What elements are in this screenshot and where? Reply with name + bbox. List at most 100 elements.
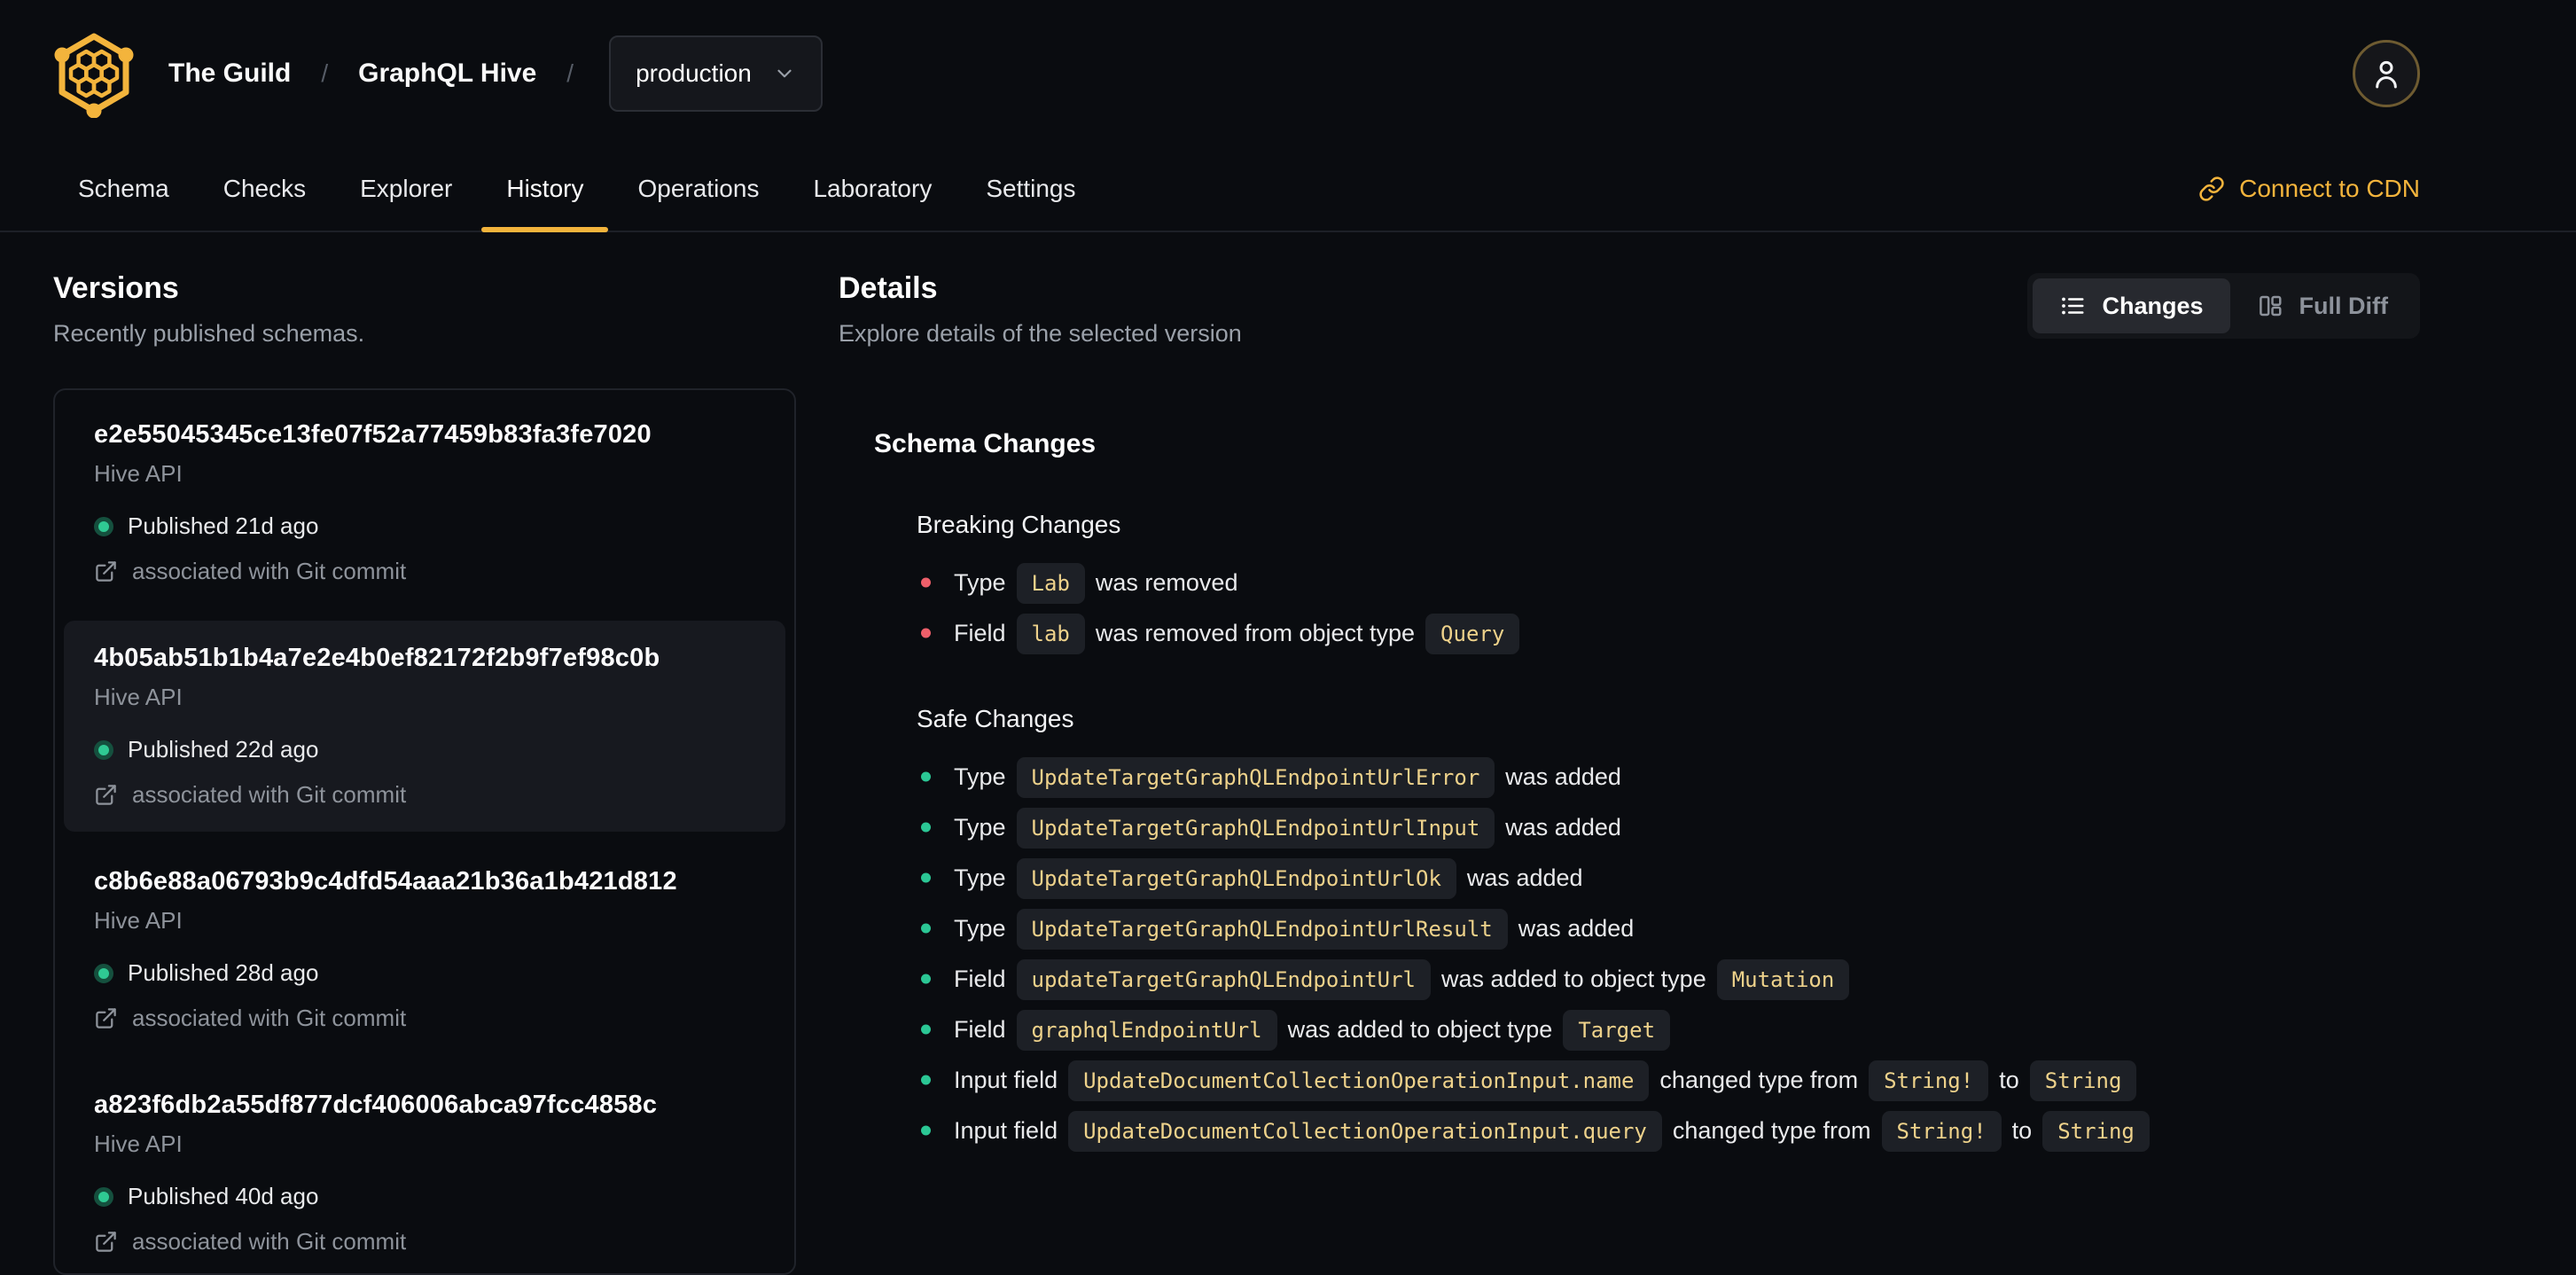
change-item: Input field UpdateDocumentCollectionOpera… (954, 1060, 2420, 1101)
breadcrumb-org-link[interactable]: The Guild (168, 59, 291, 89)
changes-view-label: Changes (2102, 292, 2204, 319)
external-link-icon (94, 1230, 118, 1254)
header-top-row: The Guild / GraphQL Hive / production (0, 0, 2576, 147)
code-chip: Mutation (1716, 958, 1850, 1000)
git-commit-link[interactable]: associated with Git commit (94, 1228, 755, 1255)
version-status: Published 40d ago (94, 1183, 755, 1210)
breaking-changes-title: Breaking Changes (917, 511, 1121, 538)
text-segment: changed type from (1672, 1116, 1871, 1144)
version-status: Published 22d ago (94, 736, 755, 763)
breadcrumb-separator: / (566, 59, 574, 87)
full-diff-view-label: Full Diff (2299, 292, 2388, 319)
version-service: Hive API (94, 907, 183, 934)
git-commit-link[interactable]: associated with Git commit (94, 1005, 755, 1032)
schema-changes-title: Schema Changes (874, 429, 1097, 458)
versions-list: e2e55045345ce13fe07f52a77459b83fa3fe7020… (53, 388, 796, 1275)
code-chip: UpdateTargetGraphQLEndpointUrlInput (1016, 807, 1495, 849)
change-item: Input field UpdateDocumentCollectionOpera… (954, 1110, 2420, 1152)
version-status-label: Published 28d ago (128, 959, 319, 986)
tab-label: Laboratory (813, 175, 933, 202)
text-segment: changed type from (1659, 1066, 1859, 1093)
text-segment: Type (954, 914, 1006, 942)
code-chip: UpdateDocumentCollectionOperationInput.q… (1068, 1110, 1662, 1152)
text-segment: Input field (954, 1066, 1058, 1093)
text-segment: was removed (1095, 568, 1238, 596)
change-item: Type UpdateTargetGraphQLEndpointUrlResult… (954, 908, 2420, 950)
tab-explorer[interactable]: Explorer (335, 147, 477, 231)
tab-settings[interactable]: Settings (961, 147, 1100, 231)
versions-title: Versions (53, 271, 179, 305)
tab-label: Operations (637, 175, 760, 202)
details-header: Details Explore details of the selected … (839, 271, 2420, 348)
breadcrumb-project-link[interactable]: GraphQL Hive (358, 59, 536, 89)
tab-operations[interactable]: Operations (613, 147, 784, 231)
tab-label: Settings (986, 175, 1076, 202)
text-segment: Type (954, 864, 1006, 891)
published-status-dot (94, 1186, 113, 1207)
target-selector[interactable]: production (609, 35, 823, 112)
version-service: Hive API (94, 684, 183, 710)
versions-panel: Versions Recently published schemas. e2e… (53, 271, 796, 1275)
code-chip: String (2029, 1060, 2137, 1101)
code-chip: graphqlEndpointUrl (1016, 1009, 1277, 1051)
git-commit-label: associated with Git commit (132, 1228, 407, 1255)
code-chip: String! (1869, 1060, 1989, 1101)
connect-cdn-link[interactable]: Connect to CDN (2198, 175, 2420, 203)
text-segment: was added to object type (1287, 1015, 1553, 1043)
text-segment: was added (1466, 864, 1583, 891)
columns-icon (2257, 293, 2283, 319)
text-segment: was added (1518, 914, 1635, 942)
git-commit-link[interactable]: associated with Git commit (94, 781, 755, 809)
git-commit-link[interactable]: associated with Git commit (94, 558, 755, 585)
text-segment: was added to object type (1441, 965, 1706, 992)
external-link-icon (94, 783, 118, 807)
code-chip: UpdateDocumentCollectionOperationInput.n… (1068, 1060, 1650, 1101)
change-text: Type UpdateTargetGraphQLEndpointUrlInput w… (954, 807, 1621, 849)
text-segment: Field (954, 619, 1006, 646)
version-card[interactable]: a823f6db2a55df877dcf406006abca97fcc4858c… (64, 1068, 785, 1273)
primary-tabs: Schema Checks Explorer History Operation… (53, 147, 1101, 232)
text-segment: Field (954, 965, 1006, 992)
tab-laboratory[interactable]: Laboratory (788, 147, 956, 231)
published-status-dot (94, 963, 113, 983)
text-segment: Type (954, 813, 1006, 841)
version-hash: a823f6db2a55df877dcf406006abca97fcc4858c (94, 1091, 658, 1119)
safe-changes-list: Type UpdateTargetGraphQLEndpointUrlError w… (874, 756, 2420, 1152)
version-card[interactable]: 4b05ab51b1b4a7e2e4b0ef82172f2b9f7ef98c0b… (64, 621, 785, 832)
version-card[interactable]: c8b6e88a06793b9c4dfd54aaa21b36a1b421d812… (64, 844, 785, 1055)
text-segment: Type (954, 568, 1006, 596)
change-item: Type UpdateTargetGraphQLEndpointUrlInput w… (954, 807, 2420, 849)
version-card[interactable]: e2e55045345ce13fe07f52a77459b83fa3fe7020… (64, 397, 785, 608)
change-text: Input field UpdateDocumentCollectionOpera… (954, 1060, 2147, 1101)
change-item: Type UpdateTargetGraphQLEndpointUrlError w… (954, 756, 2420, 798)
list-icon (2059, 293, 2086, 319)
change-item: Field lab was removed from object type Quer… (954, 613, 2420, 654)
external-link-icon (94, 559, 118, 583)
change-item: Field updateTargetGraphQLEndpointUrl was a… (954, 958, 2420, 1000)
changes-view-button[interactable]: Changes (2033, 278, 2230, 333)
text-segment: was added (1505, 763, 1621, 790)
change-text: Field graphqlEndpointUrl was added to obje… (954, 1009, 1681, 1051)
safe-changes-title: Safe Changes (917, 705, 1074, 732)
tab-history[interactable]: History (481, 147, 609, 232)
version-status: Published 21d ago (94, 512, 755, 540)
user-menu-button[interactable] (2353, 40, 2420, 107)
code-chip: String (2042, 1110, 2150, 1152)
tab-schema[interactable]: Schema (53, 147, 194, 231)
code-chip: UpdateTargetGraphQLEndpointUrlError (1016, 756, 1495, 798)
change-text: Field lab was removed from object type Quer… (954, 613, 1530, 654)
connect-cdn-label: Connect to CDN (2239, 175, 2420, 202)
chevron-down-icon (773, 62, 796, 85)
git-commit-label: associated with Git commit (132, 781, 407, 808)
code-chip: UpdateTargetGraphQLEndpointUrlResult (1016, 908, 1508, 950)
main-content: Versions Recently published schemas. e2e… (0, 232, 2576, 1275)
tab-label: Explorer (360, 175, 453, 202)
breaking-changes-list: Type Lab was removed Field lab was removed f… (874, 562, 2420, 654)
change-text: Type Lab was removed (954, 562, 1238, 604)
full-diff-view-button[interactable]: Full Diff (2230, 278, 2415, 333)
tab-checks[interactable]: Checks (199, 147, 331, 231)
code-chip: lab (1016, 613, 1085, 654)
code-chip: Query (1425, 613, 1520, 654)
version-service: Hive API (94, 460, 183, 487)
details-subtitle: Explore details of the selected version (839, 320, 1242, 347)
